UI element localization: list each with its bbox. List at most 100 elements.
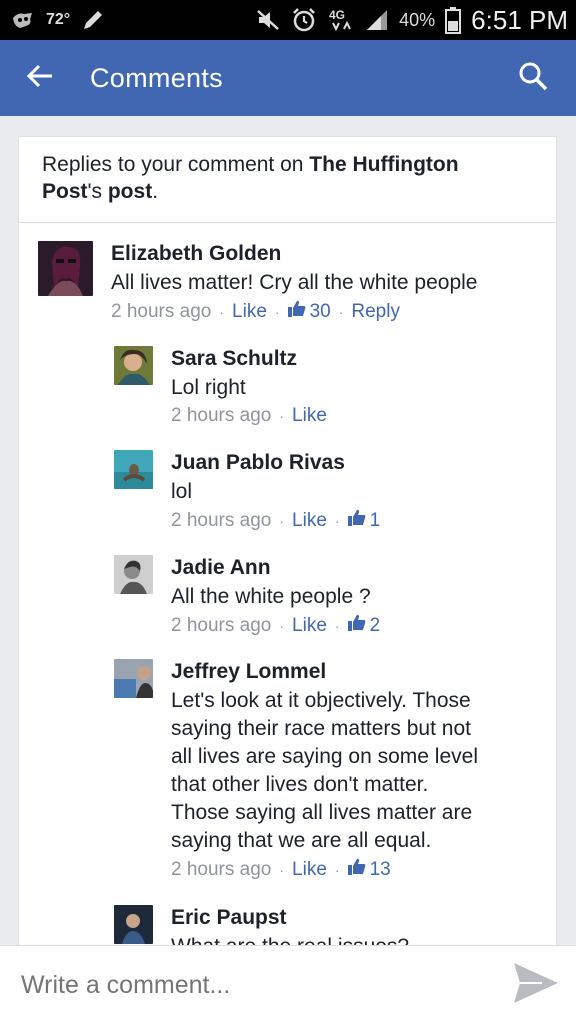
signal-icon [365,8,389,32]
like-count-value: 13 [369,858,391,880]
status-right: 4G 40% 6:51 PM [255,5,568,36]
page-name-link-cont[interactable]: Post [42,180,88,203]
separator: · [334,512,340,529]
reply-button[interactable]: Reply [351,301,400,323]
avatar[interactable] [114,450,153,489]
thumbs-up-icon [287,300,306,323]
comment-body: Jadie Ann All the white people ? 2 hours… [171,555,380,637]
comment-text: Lol right [171,376,246,399]
separator: · [219,303,225,320]
comment-meta: 2 hours ago · Like [171,405,327,427]
separator: · [274,303,280,320]
comment-author[interactable]: Elizabeth Golden [111,241,478,267]
comment-input[interactable] [19,969,506,1001]
header-period: . [152,180,159,203]
separator: · [279,617,285,634]
reply-item: Juan Pablo Rivas lol 2 hours ago · Like … [114,450,380,532]
comment-time: 2 hours ago [171,858,272,880]
pencil-icon [80,7,106,33]
like-button[interactable]: Like [292,615,327,637]
battery-percent: 40% [399,9,436,30]
separator: · [338,303,344,320]
svg-text:4G: 4G [329,8,345,22]
like-count[interactable]: 13 [347,858,391,881]
back-button[interactable] [5,40,75,116]
avatar[interactable] [114,659,153,698]
clock-time: 6:51 PM [471,4,568,35]
avatar[interactable] [114,555,153,594]
avatar[interactable] [114,905,153,944]
comment-text: Let's look at it objectively. Those sayi… [171,687,478,855]
comment-text-line: saying their race matters but not [171,717,471,740]
like-count[interactable]: 2 [347,614,381,637]
notification-icon [10,10,36,30]
separator: · [334,861,340,878]
comment-meta: 2 hours ago · Like · 1 [171,509,380,532]
comments-card: Replies to your comment on The Huffingto… [18,136,557,966]
like-count-value: 30 [309,300,331,322]
comment-author[interactable]: Sara Schultz [171,346,327,372]
post-link[interactable]: post [108,180,152,203]
search-button[interactable] [503,40,563,116]
header-prefix: Replies to your comment on [42,153,310,176]
like-button[interactable]: Like [292,859,327,881]
comment-text-line: Those saying all lives matter are [171,801,473,824]
page-title: Comments [90,62,223,93]
separator: · [334,617,340,634]
comment-time: 2 hours ago [111,300,212,322]
temperature-text: 72° [46,11,71,28]
mute-icon [255,8,281,32]
thumbs-up-icon [347,614,366,637]
like-count[interactable]: 1 [347,509,381,532]
like-button[interactable]: Like [232,301,267,323]
reply-item: Sara Schultz Lol right 2 hours ago · Lik… [114,346,327,427]
comment-author[interactable]: Jeffrey Lommel [171,659,478,685]
send-button[interactable] [506,955,566,1015]
alarm-icon [291,7,317,33]
like-count[interactable]: 30 [287,300,331,323]
battery-icon [445,6,462,34]
page-name-link[interactable]: The Huffington [309,153,458,176]
comment-composer [0,945,576,1024]
comment-text-line: that other lives don't matter. [171,773,429,796]
avatar[interactable] [114,346,153,385]
like-button[interactable]: Like [292,510,327,532]
like-count-value: 1 [369,509,381,531]
thumbs-up-icon [347,858,366,881]
comment-body: Jeffrey Lommel Let's look at it objectiv… [171,659,478,881]
comment-text: lol [171,480,193,503]
send-icon [512,961,560,1010]
comment-author[interactable]: Eric Paupst [171,905,409,931]
comment-text: All the white people ? [171,585,371,608]
comment-text-line: Let's look at it objectively. Those [171,689,471,712]
comment-item: Elizabeth Golden All lives matter! Cry a… [38,241,478,323]
comment-time: 2 hours ago [171,405,272,426]
comment-author[interactable]: Juan Pablo Rivas [171,450,380,476]
thumbs-up-icon [347,509,366,532]
like-button[interactable]: Like [292,405,327,427]
comment-meta: 2 hours ago · Like · 30 · Reply [111,300,478,323]
comment-text: All lives matter! Cry all the white peop… [111,271,478,294]
like-count-value: 2 [369,614,381,636]
comment-time: 2 hours ago [171,614,272,636]
separator: · [279,408,285,424]
avatar[interactable] [38,241,93,296]
separator: · [279,512,285,529]
comment-body: Sara Schultz Lol right 2 hours ago · Lik… [171,346,327,427]
reply-item: Jadie Ann All the white people ? 2 hours… [114,555,380,637]
arrow-left-icon [25,61,55,96]
comment-text-line: all lives are saying on some level [171,745,478,768]
replies-header: Replies to your comment on The Huffingto… [19,137,556,223]
comment-meta: 2 hours ago · Like · 13 [171,858,478,881]
comment-body: Juan Pablo Rivas lol 2 hours ago · Like … [171,450,380,532]
separator: · [279,861,285,878]
status-bar: 72° 4G 40% 6:51 PM [0,0,576,40]
comment-meta: 2 hours ago · Like · 2 [171,614,380,637]
comment-time: 2 hours ago [171,509,272,531]
comment-text-line: saying that we are all equal. [171,829,432,852]
app-bar: Comments [0,40,576,116]
comment-body: Elizabeth Golden All lives matter! Cry a… [111,241,478,323]
reply-item: Jeffrey Lommel Let's look at it objectiv… [114,659,478,881]
comment-author[interactable]: Jadie Ann [171,555,380,581]
status-left: 72° [10,7,106,33]
